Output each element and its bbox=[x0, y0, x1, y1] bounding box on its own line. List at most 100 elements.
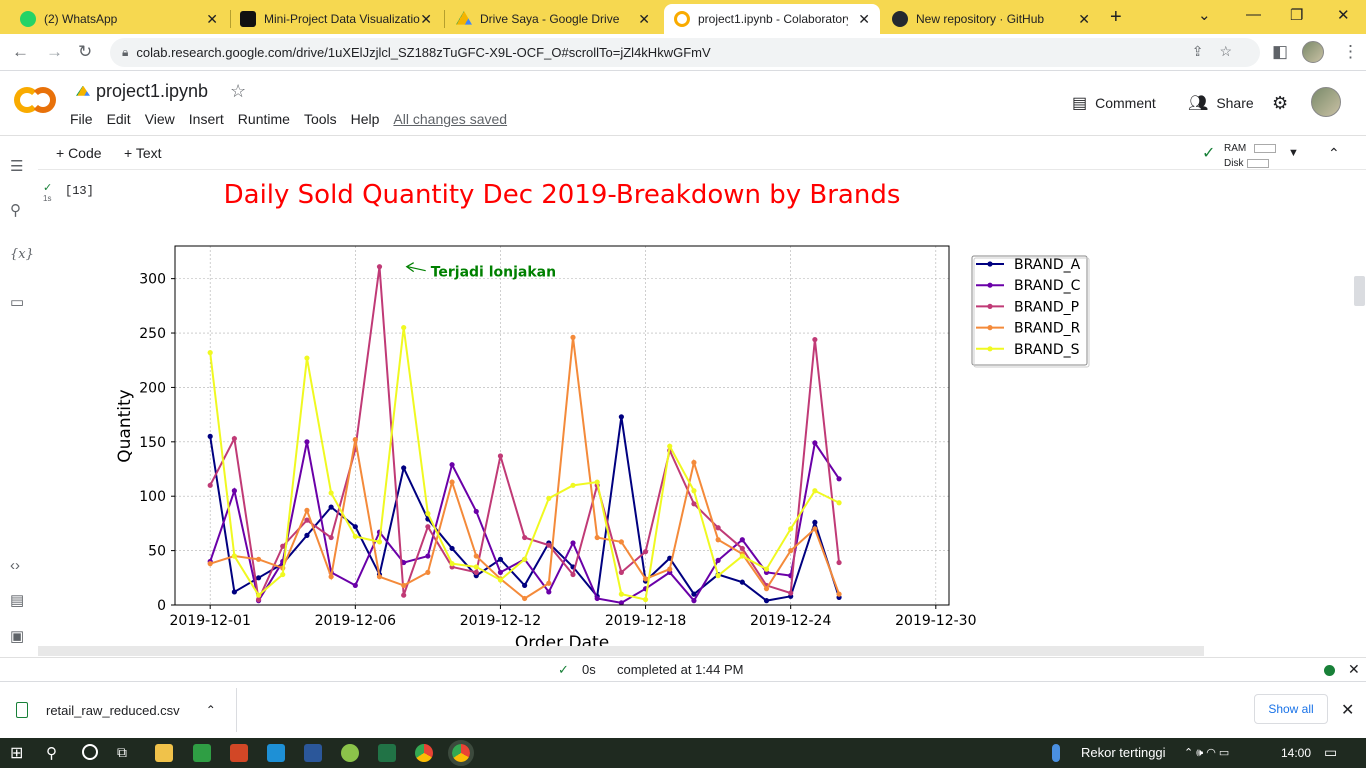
excel-icon[interactable] bbox=[378, 744, 396, 762]
close-tab-icon[interactable]: ✕ bbox=[420, 11, 432, 28]
legend-label: BRAND_C bbox=[1014, 278, 1081, 294]
close-tab-icon[interactable]: ✕ bbox=[638, 11, 650, 28]
restore-icon[interactable]: ❐ bbox=[1290, 6, 1303, 24]
menu-file[interactable]: File bbox=[70, 111, 93, 127]
lock-icon[interactable]: 🔒︎ bbox=[122, 45, 128, 60]
close-status-icon[interactable]: ✕ bbox=[1348, 661, 1360, 678]
windows-taskbar: ⊞ ⚲ ⧉ Rekor tertinggi ⌃ 🕪︎ ◠ ▭ 14:00 ▭ bbox=[0, 738, 1366, 768]
download-item[interactable]: retail_raw_reduced.csv ⌃ bbox=[16, 702, 216, 718]
clock[interactable]: 14:00 bbox=[1281, 746, 1311, 760]
menu-insert[interactable]: Insert bbox=[189, 111, 224, 127]
weather-text[interactable]: Rekor tertinggi bbox=[1081, 745, 1166, 760]
close-downloads-icon[interactable]: ✕ bbox=[1341, 700, 1354, 720]
star-icon[interactable]: ☆ bbox=[230, 81, 246, 102]
chrome-icon[interactable] bbox=[415, 744, 433, 762]
data-point bbox=[739, 537, 745, 543]
file-explorer-icon[interactable] bbox=[155, 744, 173, 762]
menu-view[interactable]: View bbox=[145, 111, 175, 127]
data-point bbox=[352, 533, 358, 540]
menu-edit[interactable]: Edit bbox=[107, 111, 131, 127]
data-point bbox=[739, 545, 745, 552]
data-point bbox=[231, 589, 237, 595]
address-bar: ← → ↻ 🔒︎ colab.research.google.com/drive… bbox=[0, 34, 1366, 71]
menu-runtime[interactable]: Runtime bbox=[238, 111, 290, 127]
files-folder-icon[interactable]: ▭ bbox=[10, 293, 24, 311]
tab-label: New repository · GitHub bbox=[916, 12, 1045, 26]
chrome-active-icon[interactable] bbox=[448, 740, 474, 766]
chrome-menu-icon[interactable]: ⋮ bbox=[1342, 42, 1359, 62]
tray-icons[interactable]: ⌃ 🕪︎ ◠ ▭ bbox=[1184, 746, 1229, 760]
profile-avatar[interactable] bbox=[1302, 41, 1324, 63]
cell-run-status[interactable]: ✓ 1s bbox=[43, 181, 52, 203]
search-icon[interactable]: ⚲ bbox=[10, 201, 21, 219]
forward-icon[interactable]: → bbox=[46, 42, 63, 62]
mail-icon[interactable] bbox=[267, 744, 285, 762]
data-point bbox=[763, 586, 770, 592]
tab-label: project1.ipynb - Colaboratory bbox=[698, 12, 848, 26]
close-tab-icon[interactable]: ✕ bbox=[1078, 11, 1090, 28]
runtime-dropdown-icon[interactable]: ▼ bbox=[1288, 147, 1299, 159]
tab-colab[interactable]: project1.ipynb - Colaboratory ✕ bbox=[664, 4, 880, 34]
disk-label: Disk bbox=[1224, 158, 1244, 169]
show-all-button[interactable]: Show all bbox=[1254, 694, 1328, 724]
side-panel-icon[interactable]: ◧ bbox=[1272, 42, 1288, 62]
resource-monitor[interactable]: RAM Disk bbox=[1224, 141, 1277, 171]
add-text-button[interactable]: + Text bbox=[124, 145, 162, 161]
variables-icon[interactable]: {x} bbox=[10, 247, 34, 262]
tab-mini-project[interactable]: Mini-Project Data Visualizatio ✕ bbox=[230, 4, 442, 34]
table-of-contents-icon[interactable]: ☰ bbox=[10, 157, 23, 175]
tab-github[interactable]: New repository · GitHub ✕ bbox=[882, 4, 1100, 34]
add-code-button[interactable]: + Code bbox=[56, 145, 102, 161]
legend-label: BRAND_P bbox=[1014, 299, 1079, 315]
word-icon[interactable] bbox=[304, 744, 322, 762]
data-point bbox=[352, 582, 358, 589]
new-tab-icon[interactable]: + bbox=[1110, 6, 1122, 29]
command-palette-icon[interactable]: ▤ bbox=[10, 591, 24, 609]
horizontal-scrollbar[interactable] bbox=[38, 646, 1204, 656]
x-tick-label: 2019-12-06 bbox=[315, 613, 396, 629]
store-icon[interactable] bbox=[193, 744, 211, 762]
y-tick-label: 50 bbox=[148, 544, 166, 560]
close-tab-icon[interactable]: ✕ bbox=[206, 11, 218, 28]
windows-start-icon[interactable]: ⊞ bbox=[10, 743, 28, 762]
tab-label: Drive Saya - Google Drive bbox=[480, 12, 620, 26]
data-point bbox=[231, 553, 237, 559]
terminal-icon[interactable]: ▣ bbox=[10, 627, 24, 645]
share-page-icon[interactable]: ⇪☆ bbox=[1192, 43, 1248, 60]
url-input[interactable]: 🔒︎ colab.research.google.com/drive/1uXEl… bbox=[110, 38, 1260, 67]
powerpoint-icon[interactable] bbox=[230, 744, 248, 762]
google-drive-icon[interactable] bbox=[76, 85, 90, 96]
code-snippets-icon[interactable]: ‹› bbox=[10, 557, 20, 574]
tab-search-icon[interactable]: ⌄ bbox=[1198, 6, 1211, 24]
data-point bbox=[304, 517, 310, 523]
minimize-icon[interactable]: — bbox=[1246, 6, 1261, 23]
app-icon[interactable] bbox=[341, 744, 359, 762]
settings-gear-icon[interactable]: ⚙ bbox=[1272, 93, 1288, 114]
data-point bbox=[328, 504, 334, 510]
legend-marker bbox=[987, 325, 993, 331]
notifications-icon[interactable]: ▭ bbox=[1324, 744, 1337, 761]
tab-google-drive[interactable]: Drive Saya - Google Drive ✕ bbox=[446, 4, 660, 34]
menu-tools[interactable]: Tools bbox=[304, 111, 337, 127]
chevron-up-icon[interactable]: ⌃ bbox=[206, 703, 216, 717]
colab-logo[interactable] bbox=[14, 87, 56, 115]
task-view-icon[interactable]: ⧉ bbox=[117, 744, 135, 762]
account-avatar[interactable] bbox=[1311, 87, 1341, 117]
save-status[interactable]: All changes saved bbox=[393, 111, 507, 127]
close-window-icon[interactable]: ✕ bbox=[1337, 6, 1350, 24]
series-brand-p bbox=[207, 264, 842, 604]
cortana-icon[interactable] bbox=[82, 744, 98, 760]
comment-button[interactable]: ▤ Comment bbox=[1072, 93, 1156, 113]
tab-whatsapp[interactable]: (2) WhatsApp ✕ bbox=[10, 4, 228, 34]
vertical-scrollbar[interactable] bbox=[1354, 276, 1365, 306]
search-icon[interactable]: ⚲ bbox=[46, 744, 64, 762]
menu-help[interactable]: Help bbox=[351, 111, 380, 127]
back-icon[interactable]: ← bbox=[12, 42, 29, 62]
collapse-chevron-icon[interactable]: ⌃ bbox=[1328, 145, 1340, 162]
notebook-toolbar: + Code + Text ✓ RAM Disk ▼ ⌃ bbox=[38, 137, 1366, 170]
share-button[interactable]: 👥︎ Share bbox=[1188, 93, 1254, 113]
reload-icon[interactable]: ↻ bbox=[78, 42, 92, 62]
data-point bbox=[497, 569, 504, 575]
close-tab-icon[interactable]: ✕ bbox=[858, 11, 870, 28]
notebook-title[interactable]: project1.ipynb bbox=[96, 81, 208, 102]
